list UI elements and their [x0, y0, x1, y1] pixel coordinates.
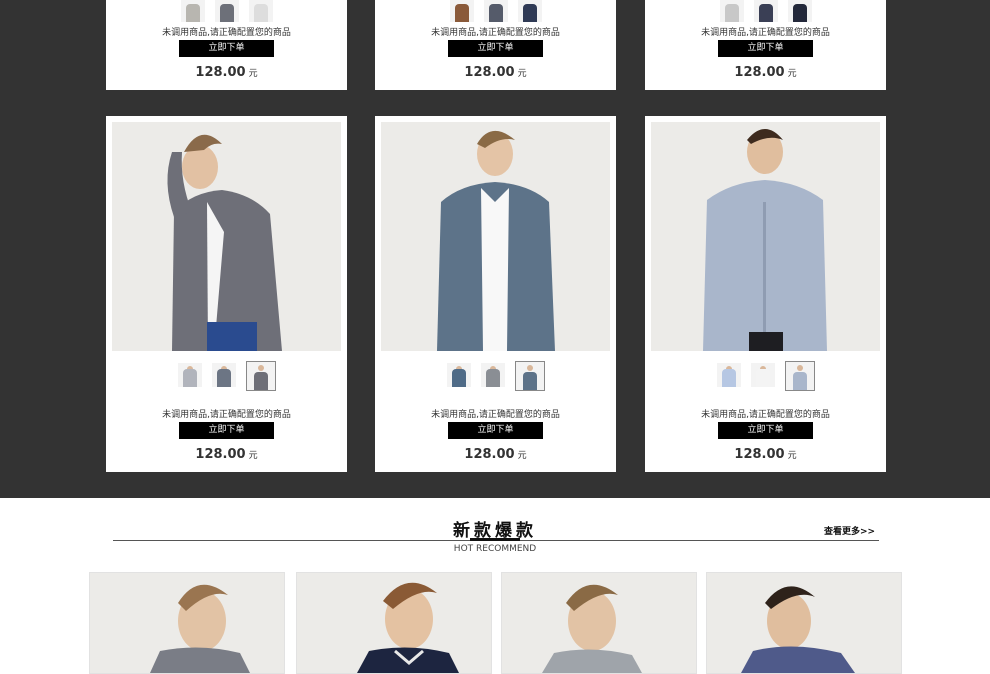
thumbnail[interactable] [211, 363, 236, 387]
thumbnail[interactable] [716, 363, 741, 387]
thumbnail[interactable] [180, 0, 205, 22]
product-description: 未调用商品,请正确配置您的商品 [431, 28, 560, 38]
thumbnail[interactable] [214, 0, 239, 22]
buy-now-button[interactable]: 立即下单 [718, 40, 813, 57]
product-price: 128.00 元 [375, 443, 616, 462]
product-description: 未调用商品,请正确配置您的商品 [431, 410, 560, 420]
recommend-card[interactable] [706, 572, 902, 674]
product-price: 128.00 元 [375, 61, 616, 80]
product-card: 未调用商品,请正确配置您的商品 立即下单 128.00 元 [375, 116, 616, 472]
recommend-card[interactable] [89, 572, 285, 674]
color-thumbnails [645, 361, 886, 393]
product-price: 128.00 元 [106, 61, 347, 80]
price-unit: 元 [248, 69, 258, 79]
buy-now-button[interactable]: 立即下单 [448, 422, 543, 439]
product-image[interactable] [381, 122, 610, 351]
color-thumbnails [106, 0, 347, 28]
price-unit: 元 [787, 69, 797, 79]
thumbnail[interactable] [480, 363, 505, 387]
recommend-card[interactable] [296, 572, 492, 674]
thumbnail-selected[interactable] [784, 361, 815, 391]
product-card: 未调用商品,请正确配置您的商品 立即下单 128.00 元 [645, 116, 886, 472]
thumbnail-selected[interactable] [514, 361, 545, 391]
thumbnail[interactable] [248, 0, 273, 22]
thumbnail[interactable] [750, 363, 775, 387]
thumbnail[interactable] [787, 0, 812, 22]
product-description: 未调用商品,请正确配置您的商品 [701, 28, 830, 38]
thumbnail[interactable] [446, 363, 471, 387]
product-price: 128.00 元 [645, 443, 886, 462]
buy-now-button[interactable]: 立即下单 [179, 422, 274, 439]
buy-now-button[interactable]: 立即下单 [179, 40, 274, 57]
price-value: 128.00 [195, 447, 246, 462]
product-card: 未调用商品,请正确配置您的商品 立即下单 128.00 元 [106, 116, 347, 472]
product-description: 未调用商品,请正确配置您的商品 [162, 410, 291, 420]
color-thumbnails [645, 0, 886, 28]
product-card: 未调用商品,请正确配置您的商品 立即下单 128.00 元 [375, 0, 616, 90]
thumbnail[interactable] [449, 0, 474, 22]
section-title-underline [470, 538, 520, 541]
thumbnail[interactable] [719, 0, 744, 22]
color-thumbnails [106, 361, 347, 393]
section-subtitle: HOT RECOMMEND [453, 544, 537, 554]
thumbnail[interactable] [517, 0, 542, 22]
product-card: 未调用商品,请正确配置您的商品 立即下单 128.00 元 [645, 0, 886, 90]
product-card: 未调用商品,请正确配置您的商品 立即下单 128.00 元 [106, 0, 347, 90]
recommend-image [707, 573, 901, 673]
price-unit: 元 [517, 69, 527, 79]
recommend-image [297, 573, 491, 673]
product-image[interactable] [112, 122, 341, 351]
thumbnail[interactable] [753, 0, 778, 22]
product-description: 未调用商品,请正确配置您的商品 [162, 28, 291, 38]
recommend-image [502, 573, 696, 673]
thumbnail[interactable] [177, 363, 202, 387]
recommend-card[interactable] [501, 572, 697, 674]
thumbnail[interactable] [483, 0, 508, 22]
price-unit: 元 [517, 451, 527, 461]
price-value: 128.00 [195, 65, 246, 80]
price-unit: 元 [248, 451, 258, 461]
recommend-image [90, 573, 284, 673]
price-value: 128.00 [734, 447, 785, 462]
product-description: 未调用商品,请正确配置您的商品 [701, 410, 830, 420]
price-value: 128.00 [734, 65, 785, 80]
buy-now-button[interactable]: 立即下单 [718, 422, 813, 439]
color-thumbnails [375, 0, 616, 28]
product-price: 128.00 元 [645, 61, 886, 80]
price-unit: 元 [787, 451, 797, 461]
price-value: 128.00 [464, 65, 515, 80]
product-image[interactable] [651, 122, 880, 351]
price-value: 128.00 [464, 447, 515, 462]
view-more-link[interactable]: 查看更多>> [824, 524, 875, 537]
buy-now-button[interactable]: 立即下单 [448, 40, 543, 57]
color-thumbnails [375, 361, 616, 393]
thumbnail-selected[interactable] [245, 361, 276, 391]
product-price: 128.00 元 [106, 443, 347, 462]
